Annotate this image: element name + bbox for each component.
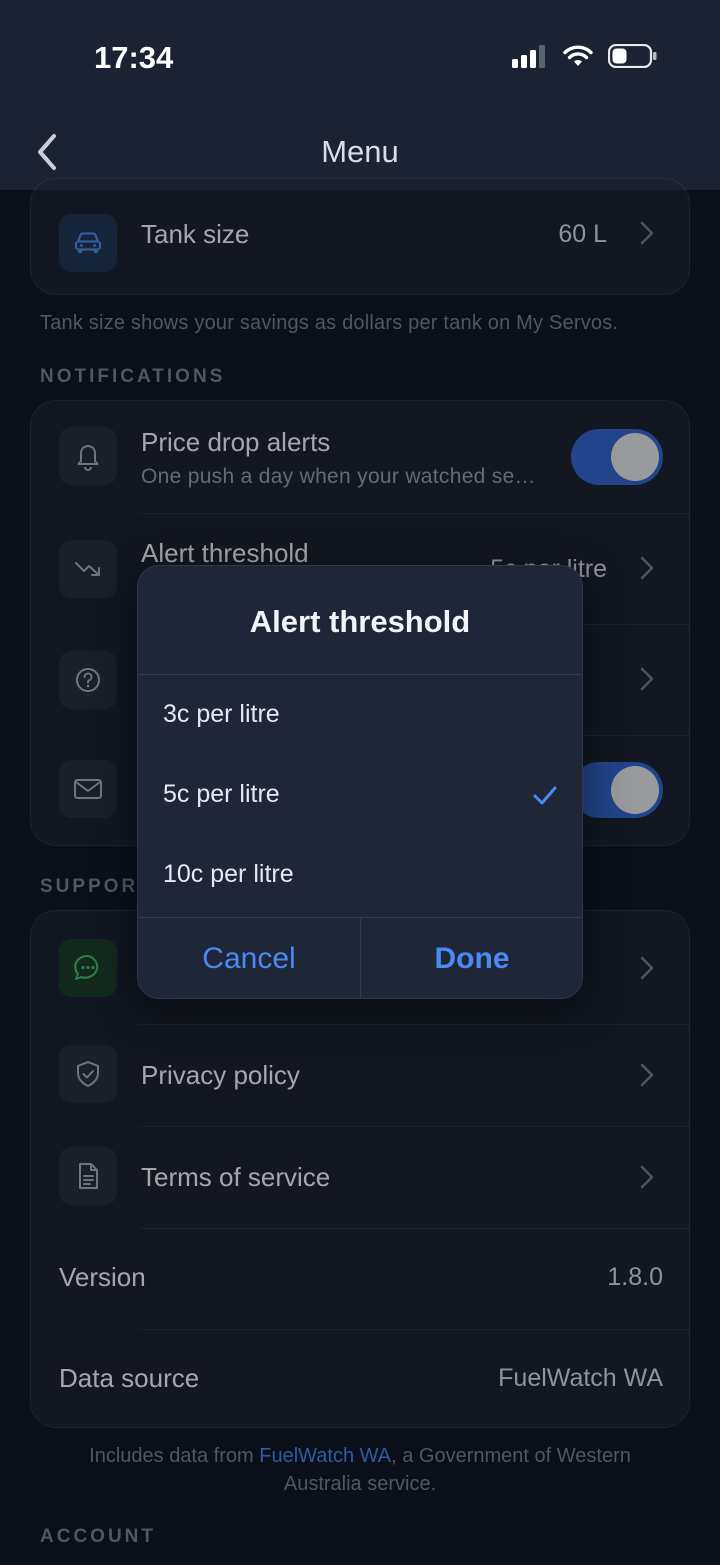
wifi-icon	[563, 45, 593, 66]
battery-icon	[608, 44, 657, 68]
dialog-title: Alert threshold	[249, 604, 471, 639]
status-bar: 17:34	[0, 0, 720, 110]
cancel-button[interactable]: Cancel	[138, 918, 360, 998]
status-icons	[512, 44, 658, 68]
option-label: 5c per litre	[163, 780, 280, 808]
page-title: Menu	[321, 134, 399, 169]
cellular-signal-icon	[512, 45, 545, 68]
option-10c[interactable]: 10c per litre	[138, 836, 582, 916]
done-button[interactable]: Done	[361, 918, 582, 998]
checkmark-icon	[533, 786, 557, 805]
status-time: 17:34	[94, 40, 174, 75]
option-label: 10c per litre	[163, 860, 294, 888]
option-label: 3c per litre	[163, 700, 280, 728]
option-3c[interactable]: 3c per litre	[138, 676, 582, 756]
option-5c[interactable]: 5c per litre	[138, 756, 582, 836]
alert-threshold-dialog: Alert threshold 3c per litre 5c per litr…	[137, 565, 583, 999]
